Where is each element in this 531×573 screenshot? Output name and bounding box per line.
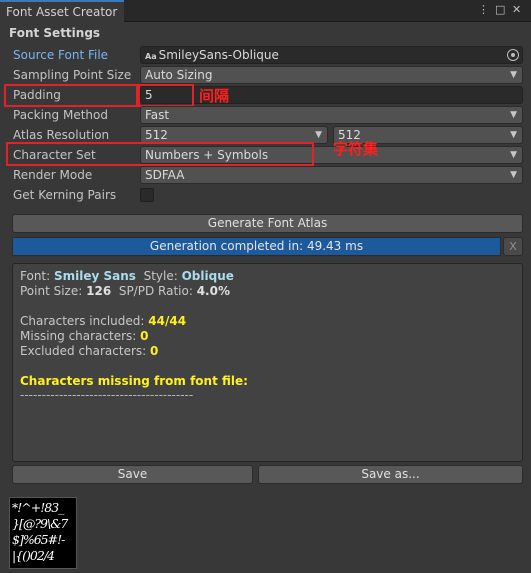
- render-mode-label: Render Mode: [13, 168, 93, 182]
- font-label: Font:: [20, 269, 51, 283]
- atlas-width-value: 512: [145, 128, 168, 142]
- glyph-row: $]%65#!-: [12, 532, 65, 547]
- missing-line: Missing characters: 0: [20, 329, 149, 343]
- dismiss-progress-button[interactable]: X: [503, 237, 523, 256]
- kerning-checkbox[interactable]: [140, 188, 154, 202]
- missing-value: 0: [140, 329, 149, 343]
- ratio-label: SP/PD Ratio:: [118, 284, 193, 298]
- sampling-point-size-label: Sampling Point Size: [13, 68, 132, 82]
- packing-method-label: Packing Method: [13, 108, 108, 122]
- packing-method-value: Fast: [145, 108, 170, 122]
- atlas-glyphs: *!^+!83_}[@?9\&7 $]%65#!- |{()02/4: [12, 500, 76, 564]
- character-set-annotation: 字符集: [333, 140, 379, 158]
- kebab-menu-icon[interactable]: ⋮: [478, 3, 489, 17]
- excluded-value: 0: [150, 344, 159, 358]
- window-tab[interactable]: Font Asset Creator: [0, 0, 124, 22]
- glyph-row: }[@?9\&7: [12, 516, 68, 531]
- padding-label-highlight: [4, 84, 138, 107]
- generation-progress-bar: Generation completed in: 49.43 ms: [12, 237, 501, 256]
- glyph-row: *!^+!83_: [12, 500, 64, 515]
- excluded-line: Excluded characters: 0: [20, 344, 158, 358]
- included-value: 44/44: [148, 314, 187, 328]
- font-info-panel: Font: Smiley Sans Style: Oblique Point S…: [12, 263, 523, 462]
- source-font-field[interactable]: Aa SmileySans-Oblique: [140, 46, 523, 64]
- font-asset-icon: Aa: [145, 52, 157, 61]
- font-style-line: Font: Smiley Sans Style: Oblique: [20, 269, 234, 283]
- style-value: Oblique: [181, 269, 234, 283]
- chevron-down-icon: ▼: [510, 170, 517, 180]
- chevron-down-icon: ▼: [510, 110, 517, 120]
- excluded-label: Excluded characters:: [20, 344, 147, 358]
- style-label: Style:: [143, 269, 178, 283]
- missing-chars-header: Characters missing from font file:: [20, 374, 248, 388]
- included-line: Characters included: 44/44: [20, 314, 186, 328]
- point-size-value: 126: [86, 284, 112, 298]
- chevron-down-icon: ▼: [510, 130, 517, 140]
- save-as-button[interactable]: Save as...: [258, 465, 523, 484]
- chevron-down-icon: ▼: [315, 130, 322, 140]
- glyph-row: |{()02/4: [12, 548, 55, 563]
- source-font-value: SmileySans-Oblique: [158, 48, 279, 62]
- point-size-label: Point Size:: [20, 284, 83, 298]
- render-mode-value: SDFAA: [145, 168, 185, 182]
- chevron-down-icon: ▼: [510, 70, 517, 80]
- generate-font-atlas-button[interactable]: Generate Font Atlas: [12, 214, 523, 233]
- included-label: Characters included:: [20, 314, 145, 328]
- point-size-line: Point Size: 126 SP/PD Ratio: 4.0%: [20, 284, 230, 298]
- close-icon[interactable]: ✕: [512, 3, 521, 17]
- maximize-icon[interactable]: □: [495, 3, 505, 17]
- sampling-point-size-value: Auto Sizing: [145, 68, 213, 82]
- padding-input[interactable]: 5: [140, 86, 523, 104]
- save-button[interactable]: Save: [12, 465, 253, 484]
- separator-line: ----------------------------------------: [20, 388, 194, 402]
- render-mode-dropdown[interactable]: SDFAA ▼: [140, 166, 523, 184]
- atlas-preview[interactable]: *!^+!83_}[@?9\&7 $]%65#!- |{()02/4: [9, 497, 77, 569]
- packing-method-dropdown[interactable]: Fast ▼: [140, 106, 523, 124]
- missing-label: Missing characters:: [20, 329, 137, 343]
- character-set-highlight: [6, 142, 314, 166]
- sampling-point-size-dropdown[interactable]: Auto Sizing ▼: [140, 66, 523, 84]
- font-value: Smiley Sans: [54, 269, 136, 283]
- source-font-label: Source Font File: [13, 48, 109, 62]
- kerning-label: Get Kerning Pairs: [13, 188, 117, 202]
- padding-value-highlight: [138, 84, 194, 107]
- padding-annotation: 间隔: [199, 87, 230, 105]
- section-title: Font Settings: [9, 26, 101, 40]
- chevron-down-icon: ▼: [510, 150, 517, 160]
- ratio-value: 4.0%: [196, 284, 230, 298]
- object-picker-icon[interactable]: [507, 49, 519, 61]
